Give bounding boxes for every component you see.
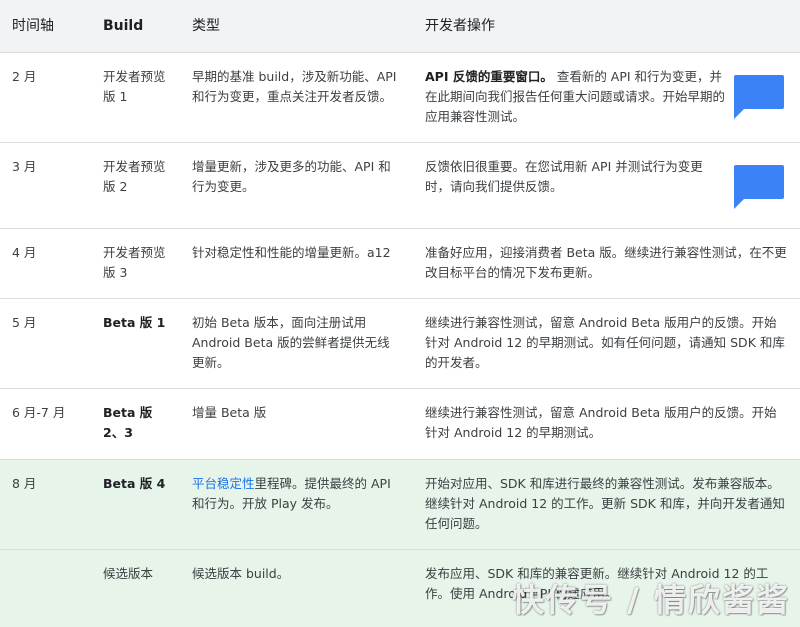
table-header-row: 时间轴 Build 类型 开发者操作 xyxy=(0,0,800,53)
timeline-cell: 2 月 xyxy=(12,69,37,84)
timeline-cell: 8 月 xyxy=(12,476,37,491)
feedback-icon[interactable] xyxy=(734,75,784,119)
action-cell: 开始对应用、SDK 和库进行最终的兼容性测试。发布兼容版本。继续针对 Andro… xyxy=(425,476,785,531)
header-type: 类型 xyxy=(192,18,220,34)
platform-stability-link[interactable]: 平台稳定性 xyxy=(192,476,255,491)
action-cell: 继续进行兼容性测试，留意 Android Beta 版用户的反馈。开始针对 An… xyxy=(425,405,777,440)
timeline-cell: 6 月-7 月 xyxy=(12,405,66,420)
build-cell: 候选版本 xyxy=(103,566,154,581)
type-cell: 针对稳定性和性能的增量更新。a12 xyxy=(192,245,391,260)
action-cell: 准备好应用，迎接消费者 Beta 版。继续进行兼容性测试，在不更改目标平台的情况… xyxy=(425,245,787,280)
build-cell: 开发者预览版 3 xyxy=(103,245,166,280)
table-row: 6 月-7 月 Beta 版 2、3 增量 Beta 版 继续进行兼容性测试，留… xyxy=(0,389,800,460)
type-cell: 初始 Beta 版本，面向注册试用 Android Beta 版的尝鲜者提供无线… xyxy=(192,315,390,370)
type-cell: 平台稳定性里程碑。提供最终的 API 和行为。开放 Play 发布。 xyxy=(192,474,397,514)
build-cell: Beta 版 2、3 xyxy=(103,405,153,440)
type-cell: 增量更新，涉及更多的功能、API 和行为变更。 xyxy=(192,159,391,194)
table-row: 3 月 开发者预览版 2 增量更新，涉及更多的功能、API 和行为变更。 反馈依… xyxy=(0,143,800,229)
build-cell: Beta 版 4 xyxy=(103,476,166,491)
build-cell: Beta 版 1 xyxy=(103,315,166,330)
table-row: 2 月 开发者预览版 1 早期的基准 build，涉及新功能、API 和行为变更… xyxy=(0,53,800,143)
action-cell: API 反馈的重要窗口。 查看新的 API 和行为变更，并在此期间向我们报告任何… xyxy=(425,67,725,127)
type-cell: 候选版本 build。 xyxy=(192,566,290,581)
build-cell: 开发者预览版 2 xyxy=(103,159,166,194)
feedback-icon[interactable] xyxy=(734,165,784,209)
header-build: Build xyxy=(103,18,144,34)
action-cell: 继续进行兼容性测试，留意 Android Beta 版用户的反馈。开始针对 An… xyxy=(425,315,785,370)
header-timeline: 时间轴 xyxy=(12,18,54,34)
timeline-cell: 3 月 xyxy=(12,159,37,174)
build-cell: 开发者预览版 1 xyxy=(103,69,166,104)
action-cell: 反馈依旧很重要。在您试用新 API 并测试行为变更时，请向我们提供反馈。 xyxy=(425,159,703,194)
action-emphasis: API 反馈的重要窗口。 xyxy=(425,69,553,84)
table-row: 5 月 Beta 版 1 初始 Beta 版本，面向注册试用 Android B… xyxy=(0,299,800,389)
watermark: 快传号 / 情欣酱酱 xyxy=(512,581,790,619)
table-row-highlighted: 8 月 Beta 版 4 平台稳定性里程碑。提供最终的 API 和行为。开放 P… xyxy=(0,460,800,550)
timeline-cell: 5 月 xyxy=(12,315,37,330)
timeline-cell: 4 月 xyxy=(12,245,37,260)
type-cell: 早期的基准 build，涉及新功能、API 和行为变更，重点关注开发者反馈。 xyxy=(192,69,397,104)
header-developer-actions: 开发者操作 xyxy=(425,18,495,34)
table-row: 4 月 开发者预览版 3 针对稳定性和性能的增量更新。a12 准备好应用，迎接消… xyxy=(0,229,800,299)
type-cell: 增量 Beta 版 xyxy=(192,405,267,420)
